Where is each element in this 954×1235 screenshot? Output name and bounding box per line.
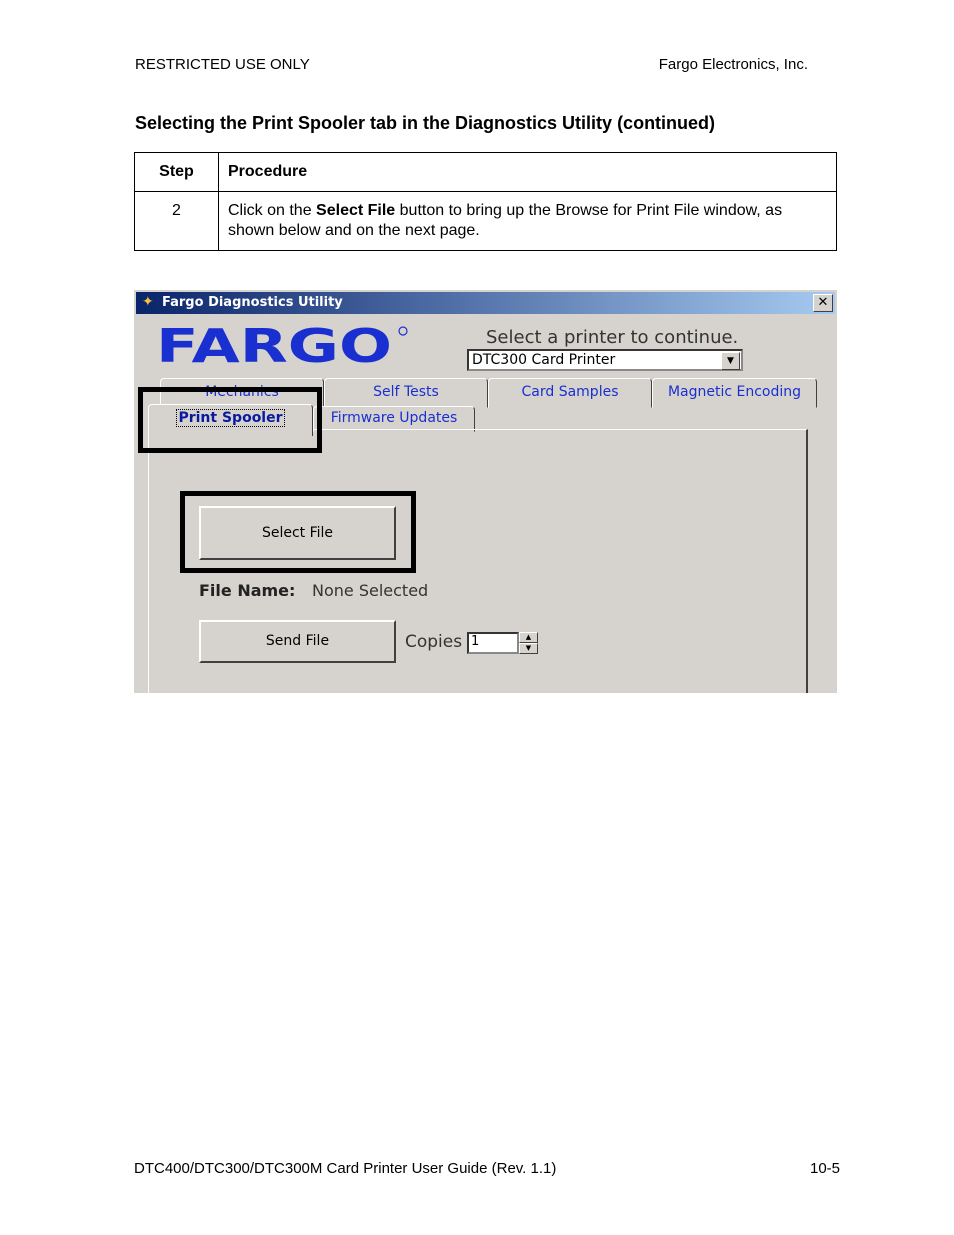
fargo-logo: FARGO	[156, 322, 408, 368]
table-row: 2 Click on the Select File button to bri…	[134, 191, 837, 251]
tab-self-tests[interactable]: Self Tests	[324, 378, 488, 408]
procedure-text-bold: Select File	[316, 202, 396, 219]
send-file-button[interactable]: Send File	[199, 620, 396, 663]
close-icon: ✕	[817, 295, 829, 310]
file-name-label: File Name:	[199, 581, 296, 600]
tab-magnetic-encoding-label: Magnetic Encoding	[667, 384, 802, 400]
highlight-box-tab	[138, 387, 322, 453]
tab-magnetic-encoding[interactable]: Magnetic Encoding	[652, 378, 817, 408]
copies-label: Copies	[405, 632, 463, 652]
procedure-text-pre: Click on the	[228, 202, 317, 219]
column-header-procedure: Procedure	[218, 152, 837, 192]
step-number: 2	[134, 191, 219, 251]
highlight-box-button	[180, 491, 416, 573]
tab-card-samples[interactable]: Card Samples	[488, 378, 652, 408]
footer-guide-title: DTC400/DTC300/DTC300M Card Printer User …	[134, 1160, 557, 1177]
send-file-label: Send File	[265, 633, 330, 649]
tab-firmware-updates-label: Firmware Updates	[330, 410, 458, 426]
header-company: Fargo Electronics, Inc.	[658, 56, 808, 73]
window-title-bar: ✦ Fargo Diagnostics Utility ✕	[136, 292, 835, 314]
column-header-step: Step	[134, 152, 219, 192]
printer-select[interactable]: DTC300 Card Printer ▼	[467, 349, 743, 371]
app-icon: ✦	[142, 294, 154, 310]
file-name-value: None Selected	[312, 581, 429, 600]
header-restricted: RESTRICTED USE ONLY	[135, 56, 310, 73]
tab-card-samples-label: Card Samples	[521, 384, 619, 400]
table-header-row: Step Procedure	[134, 152, 837, 192]
section-title: Selecting the Print Spooler tab in the D…	[135, 113, 716, 133]
close-button[interactable]: ✕	[813, 294, 833, 312]
procedure-table: Step Procedure 2 Click on the Select Fil…	[134, 152, 837, 251]
chevron-down-icon[interactable]: ▼	[721, 352, 740, 370]
copies-input[interactable]: 1	[467, 632, 519, 654]
procedure-text: Click on the Select File button to bring…	[218, 191, 837, 251]
chevron-up-icon[interactable]: ▲	[519, 632, 538, 643]
copies-stepper[interactable]: ▲ ▼	[519, 632, 538, 654]
printer-prompt: Select a printer to continue.	[486, 327, 739, 348]
registered-mark-icon	[398, 326, 408, 336]
diagnostics-utility-screenshot: ✦ Fargo Diagnostics Utility ✕ FARGO Sele…	[134, 290, 837, 693]
printer-select-value: DTC300 Card Printer	[472, 352, 616, 368]
chevron-down-icon[interactable]: ▼	[519, 643, 538, 654]
window-title: Fargo Diagnostics Utility	[162, 295, 343, 310]
tab-self-tests-label: Self Tests	[373, 384, 439, 400]
page-number: 10-5	[810, 1160, 841, 1177]
fargo-logo-text: FARGO	[156, 322, 392, 368]
